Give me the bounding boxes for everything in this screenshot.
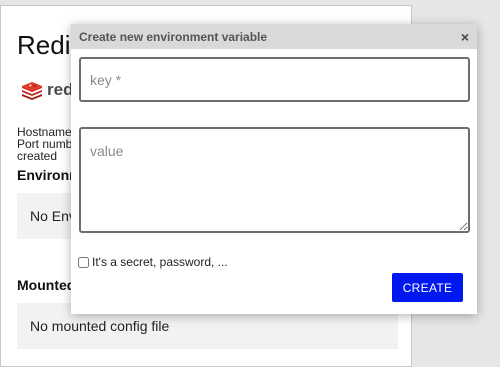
app-page: Redis redis Hostname Port numb created E… [0,0,500,367]
redis-logo-icon [22,82,42,100]
key-input[interactable] [79,57,470,102]
dialog-header: Create new environment variable × [71,24,477,49]
value-input[interactable] [79,127,470,233]
secret-option[interactable]: It's a secret, password, ... [78,255,228,269]
create-env-var-dialog: Create new environment variable × It's a… [71,24,477,314]
service-info: Hostname Port numb created [17,126,72,162]
close-icon[interactable]: × [461,30,469,44]
mounted-heading: Mounted [17,277,76,293]
mounted-empty-text: No mounted config file [30,318,170,334]
secret-label: It's a secret, password, ... [92,255,228,269]
secret-checkbox[interactable] [78,256,89,268]
create-button[interactable]: CREATE [392,273,463,302]
created-label: created [17,149,58,163]
dialog-title: Create new environment variable [79,29,268,44]
